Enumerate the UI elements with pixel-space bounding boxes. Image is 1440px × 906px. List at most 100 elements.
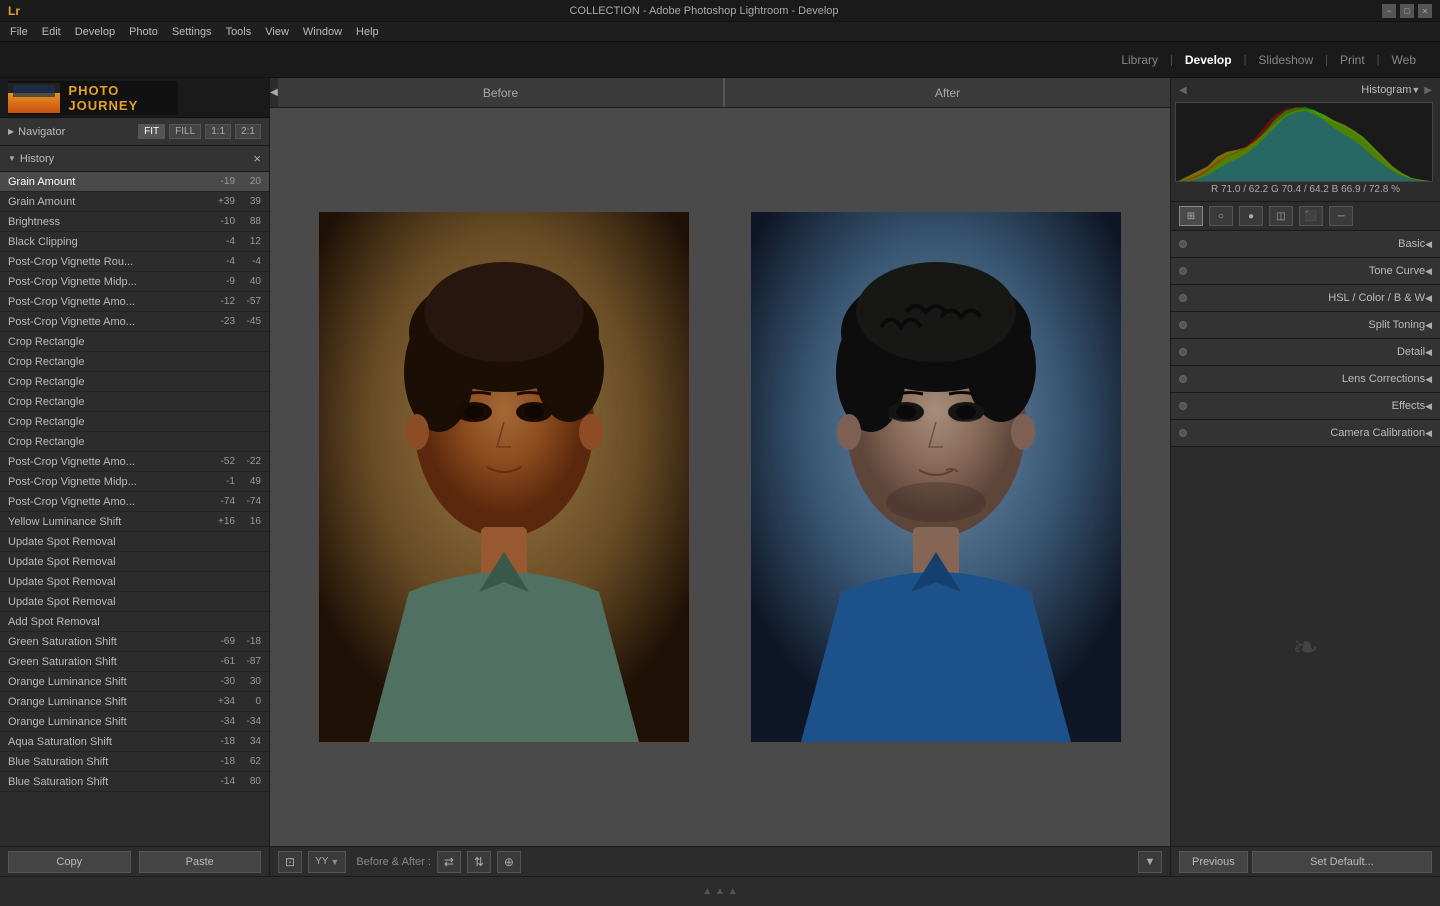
- menu-file[interactable]: File: [4, 24, 34, 40]
- detail-section-header[interactable]: Detail ◀: [1171, 339, 1440, 365]
- after-photo-svg: [751, 212, 1121, 742]
- scroll-down-button[interactable]: ▼: [1138, 851, 1162, 873]
- bottom-bar: ▲ ▲ ▲: [0, 876, 1440, 906]
- 1-1-button[interactable]: 1:1: [205, 124, 231, 139]
- history-item[interactable]: Crop Rectangle: [0, 332, 269, 352]
- nav-library[interactable]: Library: [1117, 51, 1162, 69]
- swap-lr-button[interactable]: ⇄: [437, 851, 461, 873]
- histogram-color-info: R 71.0 / 62.2 G 70.4 / 64.2 B 66.9 / 72.…: [1175, 182, 1436, 197]
- history-item[interactable]: Green Saturation Shift -69 -18: [0, 632, 269, 652]
- center-panel: ◀ Before After: [270, 78, 1170, 876]
- history-close-icon[interactable]: ×: [253, 151, 261, 166]
- histogram-title: Histogram: [1187, 84, 1412, 96]
- menu-window[interactable]: Window: [297, 24, 348, 40]
- history-item[interactable]: Orange Luminance Shift -30 30: [0, 672, 269, 692]
- history-item[interactable]: Grain Amount -19 20: [0, 172, 269, 192]
- mask-tool-icon[interactable]: ◫: [1269, 206, 1293, 226]
- history-item[interactable]: Post-Crop Vignette Amo... -52 -22: [0, 452, 269, 472]
- history-item[interactable]: Green Saturation Shift -61 -87: [0, 652, 269, 672]
- tone-curve-collapse-icon: ◀: [1425, 266, 1432, 277]
- history-item[interactable]: Yellow Luminance Shift +16 16: [0, 512, 269, 532]
- history-item[interactable]: Crop Rectangle: [0, 432, 269, 452]
- split-toning-label: Split Toning: [1195, 319, 1425, 331]
- history-item[interactable]: Grain Amount +39 39: [0, 192, 269, 212]
- nav-develop[interactable]: Develop: [1181, 51, 1236, 69]
- hsl-section-header[interactable]: HSL / Color / B & W ◀: [1171, 285, 1440, 311]
- nav-slideshow[interactable]: Slideshow: [1254, 51, 1317, 69]
- crop-tool-icon[interactable]: ○: [1209, 206, 1233, 226]
- history-item[interactable]: Orange Luminance Shift +34 0: [0, 692, 269, 712]
- spot-tool-icon[interactable]: ●: [1239, 206, 1263, 226]
- basic-section-header[interactable]: Basic ◀: [1171, 231, 1440, 257]
- history-collapse-icon[interactable]: ▼: [8, 154, 16, 163]
- logo-box: PHOTO JOURNEY: [8, 81, 178, 115]
- fill-button[interactable]: FILL: [169, 124, 201, 139]
- layout-icon-button[interactable]: ⊡: [278, 851, 302, 873]
- history-item[interactable]: Post-Crop Vignette Rou... -4 -4: [0, 252, 269, 272]
- fit-button[interactable]: FIT: [138, 124, 165, 139]
- effects-collapse-icon: ◀: [1425, 401, 1432, 412]
- swap-all-button[interactable]: ⊕: [497, 851, 521, 873]
- 2-1-button[interactable]: 2:1: [235, 124, 261, 139]
- history-item[interactable]: Aqua Saturation Shift -18 34: [0, 732, 269, 752]
- lens-corrections-section-header[interactable]: Lens Corrections ◀: [1171, 366, 1440, 392]
- menu-edit[interactable]: Edit: [36, 24, 67, 40]
- close-button[interactable]: ×: [1418, 4, 1432, 18]
- history-item[interactable]: Update Spot Removal: [0, 572, 269, 592]
- histogram-canvas: [1175, 102, 1433, 182]
- history-item[interactable]: Black Clipping -4 12: [0, 232, 269, 252]
- history-item[interactable]: Crop Rectangle: [0, 392, 269, 412]
- effects-section-header[interactable]: Effects ◀: [1171, 393, 1440, 419]
- history-item[interactable]: Post-Crop Vignette Amo... -12 -57: [0, 292, 269, 312]
- hist-left-arrow[interactable]: ◀: [1179, 85, 1187, 96]
- brush-tool-icon[interactable]: ⬛: [1299, 206, 1323, 226]
- history-item[interactable]: Crop Rectangle: [0, 412, 269, 432]
- nav-web[interactable]: Web: [1388, 51, 1420, 69]
- history-item[interactable]: Blue Saturation Shift -14 80: [0, 772, 269, 792]
- hsl-collapse-icon: ◀: [1425, 293, 1432, 304]
- history-header: ▼ History ×: [0, 146, 269, 172]
- nav-print[interactable]: Print: [1336, 51, 1369, 69]
- minimize-button[interactable]: −: [1382, 4, 1396, 18]
- history-item[interactable]: Orange Luminance Shift -34 -34: [0, 712, 269, 732]
- before-photo-svg: [319, 212, 689, 742]
- split-toning-section-header[interactable]: Split Toning ◀: [1171, 312, 1440, 338]
- history-item[interactable]: Post-Crop Vignette Midp... -1 49: [0, 472, 269, 492]
- history-item[interactable]: Crop Rectangle: [0, 372, 269, 392]
- history-item[interactable]: Update Spot Removal: [0, 532, 269, 552]
- tone-curve-section-header[interactable]: Tone Curve ◀: [1171, 258, 1440, 284]
- menu-photo[interactable]: Photo: [123, 24, 164, 40]
- history-item[interactable]: Brightness -10 88: [0, 212, 269, 232]
- navigator-collapse-icon[interactable]: ▶: [8, 127, 14, 136]
- menu-view[interactable]: View: [259, 24, 295, 40]
- grid-tool-icon[interactable]: ⊞: [1179, 206, 1203, 226]
- copy-button[interactable]: Copy: [8, 851, 131, 873]
- history-item[interactable]: Add Spot Removal: [0, 612, 269, 632]
- history-item[interactable]: Post-Crop Vignette Midp... -9 40: [0, 272, 269, 292]
- set-default-button[interactable]: Set Default...: [1252, 851, 1432, 873]
- history-item[interactable]: Blue Saturation Shift -18 62: [0, 752, 269, 772]
- histogram-collapse-icon[interactable]: ▼: [1411, 85, 1420, 95]
- lens-corrections-label: Lens Corrections: [1195, 373, 1425, 385]
- menu-help[interactable]: Help: [350, 24, 385, 40]
- history-item[interactable]: Post-Crop Vignette Amo... -23 -45: [0, 312, 269, 332]
- previous-button[interactable]: Previous: [1179, 851, 1248, 873]
- gradient-tool-icon[interactable]: ─: [1329, 206, 1353, 226]
- history-item[interactable]: Update Spot Removal: [0, 592, 269, 612]
- swap-tb-button[interactable]: ⇅: [467, 851, 491, 873]
- history-item[interactable]: Post-Crop Vignette Amo... -74 -74: [0, 492, 269, 512]
- camera-calibration-section-header[interactable]: Camera Calibration ◀: [1171, 420, 1440, 446]
- history-item[interactable]: Crop Rectangle: [0, 352, 269, 372]
- yy-button[interactable]: YY ▼: [308, 851, 346, 873]
- hist-right-arrow[interactable]: ▶: [1424, 85, 1432, 96]
- paste-button[interactable]: Paste: [139, 851, 262, 873]
- menu-tools[interactable]: Tools: [220, 24, 258, 40]
- menu-settings[interactable]: Settings: [166, 24, 218, 40]
- maximize-button[interactable]: □: [1400, 4, 1414, 18]
- lens-corrections-collapse-icon: ◀: [1425, 374, 1432, 385]
- history-panel[interactable]: ▼ History × Grain Amount -19 20 Grain Am…: [0, 146, 269, 846]
- history-item[interactable]: Update Spot Removal: [0, 552, 269, 572]
- camera-calibration-collapse-icon: ◀: [1425, 428, 1432, 439]
- menu-develop[interactable]: Develop: [69, 24, 121, 40]
- navigator-panel: ▶ Navigator FIT FILL 1:1 2:1: [0, 118, 269, 146]
